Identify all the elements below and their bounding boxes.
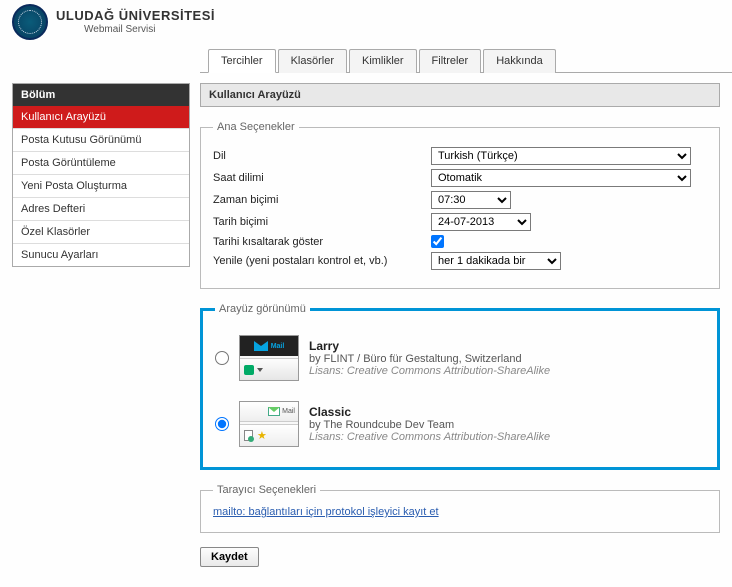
select-refresh[interactable]: her 1 dakikada bir [431,252,561,270]
logo-text: ULUDAĞ ÜNİVERSİTESİ Webmail Servisi [56,9,215,34]
radio-classic[interactable] [215,417,229,431]
tab-about[interactable]: Hakkında [483,49,555,73]
mail-icon [268,407,280,416]
fieldset-main-options: Ana Seçenekler Dil Turkish (Türkçe) Saat… [200,121,720,289]
sidebar-item-contacts[interactable]: Adres Defteri [13,198,189,221]
sidebar-title: Bölüm [13,84,189,106]
sidebar-item-display[interactable]: Posta Görüntüleme [13,152,189,175]
skin-license: Lisans: Creative Commons Attribution-Sha… [309,365,550,377]
label-language: Dil [213,150,423,162]
skin-name: Classic [309,405,550,419]
sidebar-item-ui[interactable]: Kullanıcı Arayüzü [13,106,189,129]
sidebar-item-mailbox[interactable]: Posta Kutusu Görünümü [13,129,189,152]
save-button[interactable]: Kaydet [200,547,259,567]
skin-name: Larry [309,339,550,353]
radio-larry[interactable] [215,351,229,365]
logo-icon [12,4,48,40]
tab-folders[interactable]: Klasörler [278,49,347,73]
caret-down-icon [257,368,263,372]
skin-author: by The Roundcube Dev Team [309,419,550,431]
select-timefmt[interactable]: 07:30 [431,191,511,209]
skin-license: Lisans: Creative Commons Attribution-Sha… [309,431,550,443]
legend-skin: Arayüz görünümü [215,303,310,315]
select-language[interactable]: Turkish (Türkçe) [431,147,691,165]
select-timezone[interactable]: Otomatik [431,169,691,187]
tab-preferences[interactable]: Tercihler [208,49,276,73]
label-timefmt: Zaman biçimi [213,194,423,206]
tab-identities[interactable]: Kimlikler [349,49,417,73]
label-datefmt: Tarih biçimi [213,216,423,228]
legend-main: Ana Seçenekler [213,121,299,133]
fieldset-skin: Arayüz görünümü Mail Larry by FLINT / Bü… [200,303,720,470]
star-icon: ★ [257,429,267,442]
gear-icon [244,365,254,375]
label-timezone: Saat dilimi [213,172,423,184]
mail-icon [254,341,268,351]
fieldset-browser: Tarayıcı Seçenekleri mailto: bağlantılar… [200,484,720,533]
main-title: Kullanıcı Arayüzü [200,83,720,107]
sidebar-item-folders[interactable]: Özel Klasörler [13,221,189,244]
thumb-classic: Mail ★ [239,401,299,447]
org-title: ULUDAĞ ÜNİVERSİTESİ [56,9,215,23]
label-shortdate: Tarihi kısaltarak göster [213,236,423,248]
main-panel: Kullanıcı Arayüzü Ana Seçenekler Dil Tur… [200,83,720,567]
sidebar-item-compose[interactable]: Yeni Posta Oluşturma [13,175,189,198]
document-icon [244,430,253,441]
org-subtitle: Webmail Servisi [56,24,215,35]
mailto-register-link[interactable]: mailto: bağlantıları için protokol işley… [213,506,439,518]
select-datefmt[interactable]: 24-07-2013 [431,213,531,231]
checkbox-shortdate[interactable] [431,235,444,248]
thumb-larry: Mail [239,335,299,381]
tab-filters[interactable]: Filtreler [419,49,482,73]
legend-browser: Tarayıcı Seçenekleri [213,484,320,496]
sidebar-item-server[interactable]: Sunucu Ayarları [13,244,189,266]
skin-option-larry[interactable]: Mail Larry by FLINT / Büro für Gestaltun… [215,335,701,381]
skin-author: by FLINT / Büro für Gestaltung, Switzerl… [309,353,550,365]
app-header: ULUDAĞ ÜNİVERSİTESİ Webmail Servisi [0,0,732,48]
skin-option-classic[interactable]: Mail ★ Classic by The Roundcube Dev Team… [215,401,701,447]
sidebar: Bölüm Kullanıcı Arayüzü Posta Kutusu Gör… [12,83,190,267]
label-refresh: Yenile (yeni postaları kontrol et, vb.) [213,255,423,267]
tabs-bar: Tercihler Klasörler Kimlikler Filtreler … [200,48,732,73]
